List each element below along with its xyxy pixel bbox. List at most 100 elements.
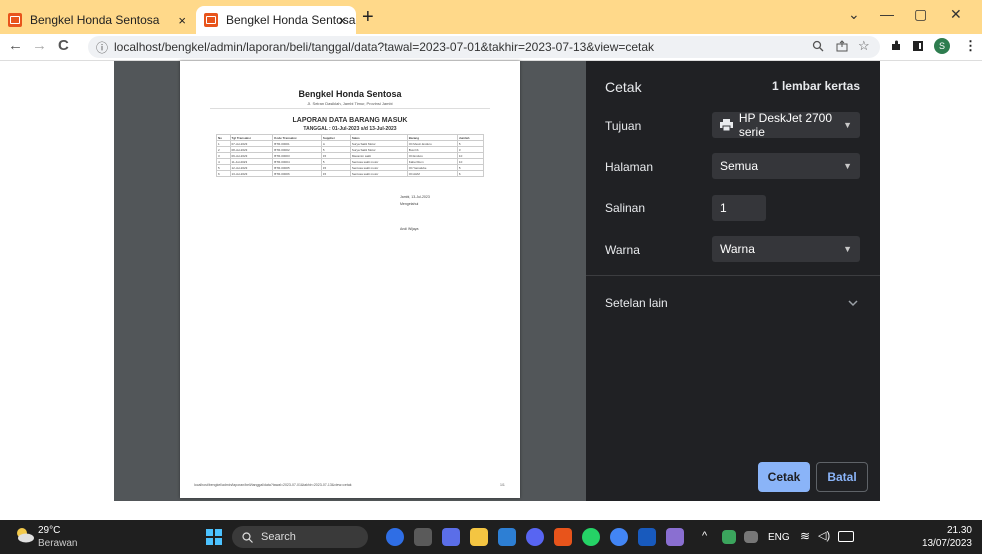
- report-title: LAPORAN DATA BARANG MASUK: [292, 117, 408, 124]
- restore-button[interactable]: ▢: [914, 6, 927, 23]
- print-preview-page: Bengkel Honda Sentosa Jl. Seiran Dasikla…: [180, 61, 520, 498]
- keyboard-icon[interactable]: [744, 531, 758, 543]
- minimize-button[interactable]: —: [880, 6, 894, 22]
- chevron-up-icon[interactable]: ^: [702, 530, 707, 542]
- chevron-down-icon: ▼: [843, 161, 852, 171]
- table-cell: BTR-00006: [272, 170, 322, 177]
- search-placeholder: Search: [261, 531, 296, 543]
- tab-title: Bengkel Honda Sentosa: [226, 13, 356, 27]
- cloud-icon: [17, 528, 34, 543]
- signature-place-date: Jambi, 13-Jul-2023: [400, 195, 430, 199]
- copies-label: Salinan: [605, 201, 646, 215]
- profile-initial: S: [938, 41, 945, 51]
- table-cell: 6: [456, 170, 485, 177]
- color-select[interactable]: Warna ▼: [712, 236, 860, 262]
- more-settings-toggle[interactable]: Setelan lain: [586, 290, 880, 316]
- chevron-down-icon: ▼: [843, 120, 852, 130]
- weather-widget[interactable]: [14, 527, 34, 543]
- windows-start-icon[interactable]: [206, 529, 222, 545]
- page-footer-url: localhost/bengkel/admin/laporan/beli/tan…: [194, 483, 352, 487]
- taskbar-search[interactable]: Search: [232, 526, 368, 548]
- destination-select[interactable]: HP DeskJet 2700 serie ▼: [712, 111, 860, 139]
- weather-temperature: 29°C: [38, 525, 61, 536]
- table-row: 6 13-Jul-2023 BTR-00006 15 Sentosa sakti…: [216, 170, 485, 177]
- word-icon[interactable]: [638, 528, 656, 546]
- document-title: Bengkel Honda Sentosa: [298, 89, 402, 99]
- tab-close-icon[interactable]: ×: [178, 13, 186, 28]
- site-favicon-icon: [204, 13, 218, 27]
- tab-close-icon[interactable]: ×: [338, 13, 346, 28]
- pages-label: Halaman: [605, 160, 654, 174]
- search-icon: [242, 531, 253, 543]
- whatsapp-icon[interactable]: [582, 528, 600, 546]
- table-cell: 6: [216, 170, 231, 177]
- print-heading: Cetak: [605, 79, 642, 95]
- color-label: Warna: [605, 243, 640, 257]
- vscode-icon[interactable]: [498, 528, 516, 546]
- page-background-right: [880, 61, 982, 501]
- report-table: No Tgl Transaksi Kode Transaksi Supplier…: [216, 134, 485, 177]
- search-icon[interactable]: [812, 40, 824, 52]
- teams-icon[interactable]: [442, 528, 460, 546]
- chevron-down-icon: ▼: [843, 244, 852, 254]
- cancel-button[interactable]: Batal: [816, 462, 868, 492]
- signature-name: Andi Wijaya: [400, 227, 419, 231]
- sidepanel-icon[interactable]: [912, 40, 924, 52]
- language-indicator[interactable]: ENG: [768, 532, 790, 543]
- tray-app-icon[interactable]: [722, 530, 736, 544]
- print-button[interactable]: Cetak: [758, 462, 810, 492]
- page-number: 1/1: [500, 483, 505, 487]
- menu-icon[interactable]: ⋮: [964, 38, 977, 54]
- destination-label: Tujuan: [605, 119, 642, 133]
- site-favicon-icon: [8, 13, 22, 27]
- battery-icon[interactable]: [838, 531, 854, 542]
- document-address: Jl. Seiran Dasiklah, Jambi Timur, Provin…: [307, 101, 393, 106]
- chevron-down-icon: [848, 300, 858, 307]
- report-period: TANGGAL : 01-Jul-2023 s/d 13-Jul-2023: [303, 126, 397, 132]
- tab-inactive[interactable]: Bengkel Honda Sentosa ×: [0, 6, 196, 34]
- tab-active[interactable]: Bengkel Honda Sentosa ×: [196, 6, 356, 34]
- forward-button[interactable]: →: [32, 37, 47, 54]
- copilot-icon[interactable]: [386, 528, 404, 546]
- volume-icon[interactable]: ◁): [818, 529, 830, 542]
- chrome-icon[interactable]: [610, 528, 628, 546]
- clock-date[interactable]: 13/07/2023: [908, 538, 972, 549]
- new-tab-button[interactable]: +: [362, 6, 374, 29]
- profile-avatar[interactable]: S: [934, 38, 950, 54]
- xampp-icon[interactable]: [554, 528, 572, 546]
- sheet-count: 1 lembar kertas: [771, 79, 860, 93]
- back-button[interactable]: ←: [8, 37, 23, 54]
- reload-button[interactable]: C: [58, 37, 69, 54]
- snipping-tool-icon[interactable]: [666, 528, 684, 546]
- address-bar[interactable]: ⓘ localhost/bengkel/admin/laporan/beli/t…: [88, 36, 880, 58]
- more-settings-label: Setelan lain: [605, 296, 668, 310]
- weather-description: Berawan: [38, 538, 78, 549]
- header-divider: [210, 108, 490, 109]
- clock-time[interactable]: 21.30: [928, 525, 972, 536]
- wifi-icon[interactable]: ≋: [800, 529, 810, 543]
- tab-title: Bengkel Honda Sentosa: [30, 13, 160, 27]
- file-explorer-icon[interactable]: [470, 528, 488, 546]
- printer-icon: [720, 119, 733, 131]
- panel-divider: [586, 275, 880, 276]
- taskbar: [0, 520, 982, 554]
- copies-input[interactable]: 1: [712, 195, 766, 221]
- star-icon[interactable]: ☆: [858, 38, 870, 54]
- extensions-icon[interactable]: [890, 40, 902, 52]
- table-cell: Sentosa sakti motor: [349, 170, 408, 177]
- tab-search-icon[interactable]: ⌄: [848, 6, 860, 23]
- discord-icon[interactable]: [526, 528, 544, 546]
- pages-select[interactable]: Semua ▼: [712, 153, 860, 179]
- share-icon[interactable]: [836, 40, 848, 52]
- table-cell: 15: [320, 170, 351, 177]
- url-text: localhost/bengkel/admin/laporan/beli/tan…: [114, 40, 655, 54]
- table-cell: Oli AHM: [406, 170, 458, 177]
- task-view-icon[interactable]: [414, 528, 432, 546]
- close-window-button[interactable]: ✕: [950, 6, 962, 23]
- color-value: Warna: [720, 242, 755, 256]
- destination-value: HP DeskJet 2700 serie: [738, 111, 833, 139]
- signature-role: Mengetahui: [400, 202, 419, 206]
- pages-value: Semua: [720, 159, 759, 173]
- site-info-icon[interactable]: ⓘ: [96, 39, 108, 56]
- table-cell: 13-Jul-2023: [229, 170, 274, 177]
